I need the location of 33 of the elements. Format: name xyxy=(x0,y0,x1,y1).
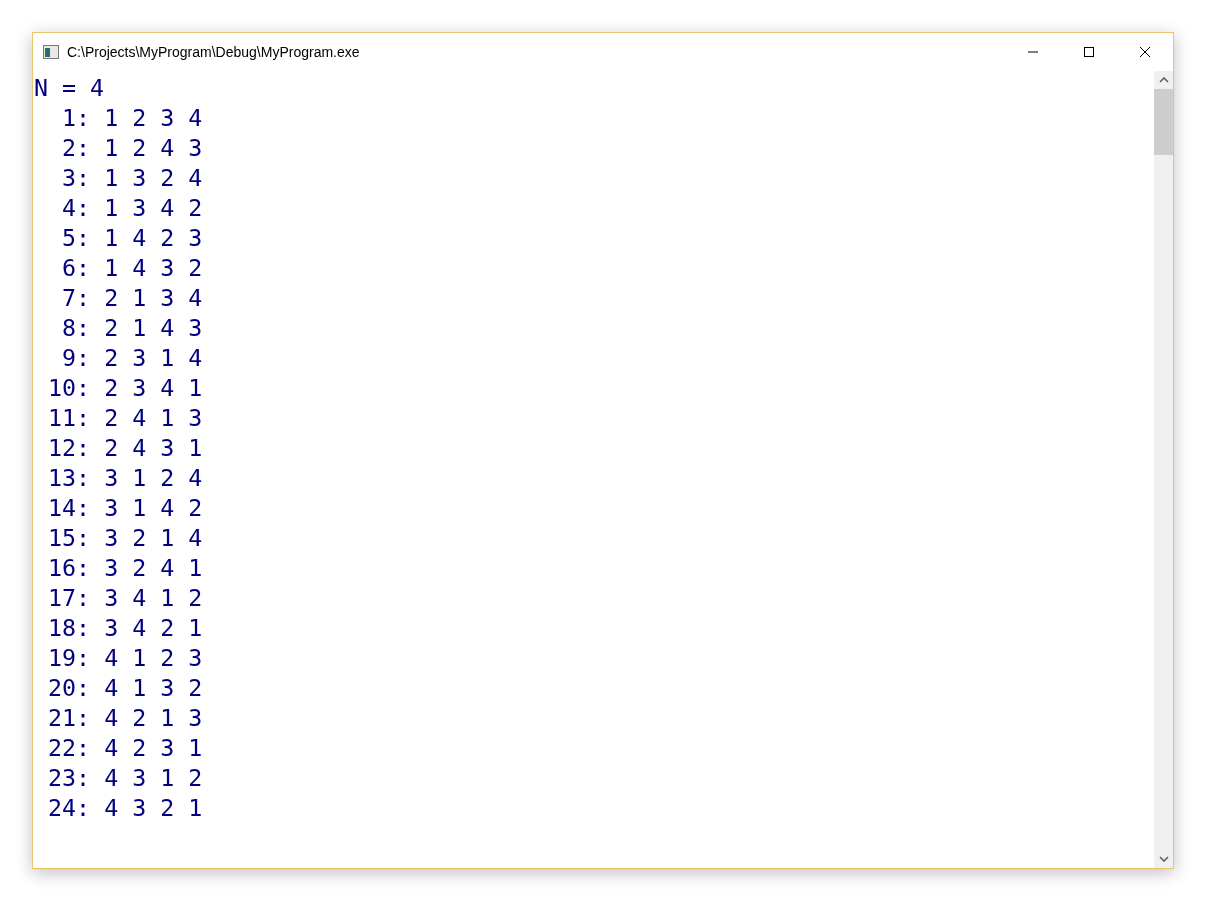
console-line: N = 4 xyxy=(34,73,105,103)
window-title: C:\Projects\MyProgram\Debug\MyProgram.exe xyxy=(67,44,360,60)
console-line: 20: 4 1 3 2 xyxy=(47,673,203,703)
console-line: 23: 4 3 1 2 xyxy=(47,763,203,793)
console-line: 13: 3 1 2 4 xyxy=(47,463,203,493)
console-line: 11: 2 4 1 3 xyxy=(47,403,203,433)
console-line: 16: 3 2 4 1 xyxy=(47,553,203,583)
console-line: 5: 1 4 2 3 xyxy=(61,223,203,253)
console-line: 10: 2 3 4 1 xyxy=(47,373,203,403)
scroll-up-icon[interactable] xyxy=(1158,77,1169,83)
console-line: 22: 4 2 3 1 xyxy=(47,733,203,763)
scrollbar-thumb[interactable] xyxy=(1154,89,1173,155)
console-line: 15: 3 2 1 4 xyxy=(47,523,203,553)
console-line: 1: 1 2 3 4 xyxy=(61,103,203,133)
console-line: 4: 1 3 4 2 xyxy=(61,193,203,223)
console-line: 8: 2 1 4 3 xyxy=(61,313,203,343)
console-app-icon xyxy=(43,45,59,59)
console-line: 17: 3 4 1 2 xyxy=(47,583,203,613)
maximize-icon[interactable] xyxy=(1083,46,1095,58)
console-line: 24: 4 3 2 1 xyxy=(47,793,203,823)
console-line: 12: 2 4 3 1 xyxy=(47,433,203,463)
console-line: 18: 3 4 2 1 xyxy=(47,613,203,643)
console-line: 6: 1 4 3 2 xyxy=(61,253,203,283)
vertical-scrollbar[interactable] xyxy=(1154,71,1173,868)
console-line: 2: 1 2 4 3 xyxy=(61,133,203,163)
console-line: 19: 4 1 2 3 xyxy=(47,643,203,673)
console-line: 7: 2 1 3 4 xyxy=(61,283,203,313)
scroll-down-icon[interactable] xyxy=(1158,856,1169,862)
console-line: 14: 3 1 4 2 xyxy=(47,493,203,523)
console-line: 9: 2 3 1 4 xyxy=(61,343,203,373)
close-icon[interactable] xyxy=(1139,46,1151,58)
console-line: 21: 4 2 1 3 xyxy=(47,703,203,733)
console-line: 3: 1 3 2 4 xyxy=(61,163,203,193)
